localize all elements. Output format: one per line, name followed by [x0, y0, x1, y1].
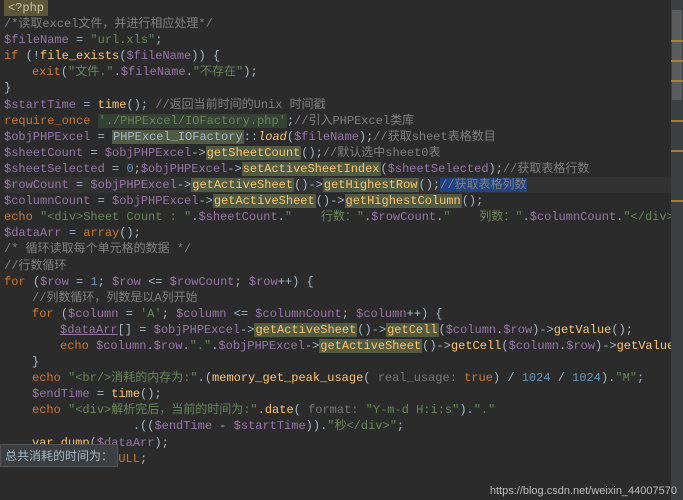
tooltip-banner: 总共消耗的时间为：	[0, 444, 118, 467]
scrollbar-thumb[interactable]	[672, 10, 682, 100]
vertical-scrollbar[interactable]	[671, 0, 683, 500]
watermark: https://blog.csdn.net/weixin_44007570	[490, 485, 677, 497]
code-editor[interactable]: <?php /*读取excel文件，并进行相应处理*/ $fileName = …	[0, 0, 683, 467]
comment: /*读取excel文件，并进行相应处理*/	[4, 16, 679, 32]
php-open-tag: <?php	[4, 0, 48, 16]
